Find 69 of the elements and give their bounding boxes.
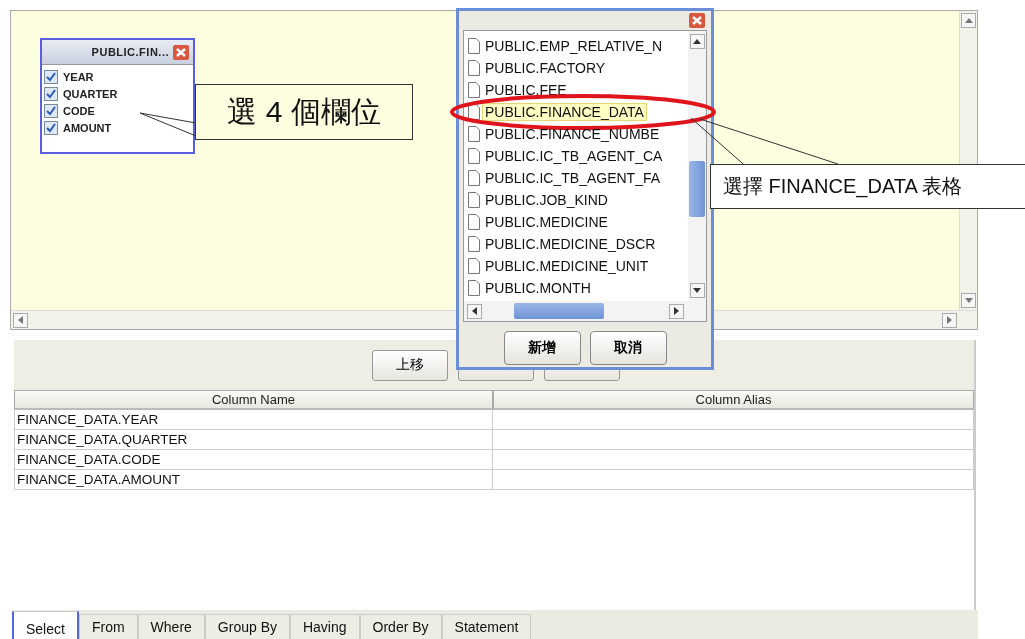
- list-item[interactable]: PUBLIC.FACTORY: [483, 60, 608, 76]
- right-arrow-icon: [674, 307, 679, 315]
- table-box[interactable]: PUBLIC.FIN... YEAR QUARTER CODE AMOUNT: [40, 38, 195, 154]
- document-icon: [468, 214, 480, 230]
- document-icon: [468, 192, 480, 208]
- list-item[interactable]: PUBLIC.IC_TB_AGENT_FA: [483, 170, 663, 186]
- checkbox[interactable]: [44, 103, 58, 118]
- tab[interactable]: Select: [12, 611, 79, 639]
- column-header[interactable]: Column Name: [14, 390, 493, 410]
- scroll-thumb[interactable]: [514, 303, 604, 319]
- column-name: YEAR: [63, 70, 94, 83]
- document-icon: [468, 38, 480, 54]
- checkbox[interactable]: [44, 69, 58, 84]
- up-arrow-icon: [964, 18, 973, 23]
- left-arrow-icon: [18, 316, 23, 324]
- callout: 選 4 個欄位: [195, 84, 413, 140]
- document-icon: [468, 236, 480, 252]
- list-item[interactable]: PUBLIC.MEDICINE_DSCR: [483, 236, 658, 252]
- horizontal-scrollbar[interactable]: [464, 301, 706, 321]
- document-icon: [468, 258, 480, 274]
- list-item[interactable]: PUBLIC.FINANCE_NUMBE: [483, 126, 662, 142]
- document-icon: [468, 148, 480, 164]
- close-icon[interactable]: [689, 13, 705, 28]
- document-icon: [468, 60, 480, 76]
- scroll-down-button[interactable]: [689, 283, 705, 298]
- tab[interactable]: Order By: [359, 614, 442, 639]
- left-arrow-icon: [472, 307, 477, 315]
- document-icon: [468, 126, 480, 142]
- close-icon[interactable]: [173, 44, 189, 60]
- scroll-right-button[interactable]: [669, 303, 684, 319]
- scroll-thumb[interactable]: [689, 161, 705, 217]
- list-item[interactable]: PUBLIC.FINANCE_DATA: [483, 104, 646, 120]
- column-name: QUARTER: [63, 87, 118, 100]
- checkbox[interactable]: [44, 120, 58, 135]
- scroll-left-button[interactable]: [467, 303, 482, 319]
- table-cell: FINANCE_DATA.YEAR: [14, 410, 493, 430]
- tab[interactable]: Statement: [441, 614, 532, 639]
- document-icon: [468, 280, 480, 296]
- list-item[interactable]: PUBLIC.MONTH: [483, 280, 593, 296]
- scroll-up-button[interactable]: [689, 34, 705, 49]
- move-up-button[interactable]: 上移: [372, 349, 448, 381]
- dialog-button[interactable]: 取消: [589, 331, 667, 365]
- list-item[interactable]: PUBLIC.EMP_RELATIVE_N: [483, 38, 665, 54]
- list-item[interactable]: PUBLIC.MEDICINE: [483, 214, 610, 230]
- checkbox[interactable]: [44, 86, 58, 101]
- column-name: CODE: [63, 104, 95, 117]
- tab[interactable]: Where: [137, 614, 205, 639]
- table-cell: FINANCE_DATA.CODE: [14, 450, 493, 470]
- vertical-scrollbar[interactable]: [688, 31, 706, 301]
- tab[interactable]: Having: [289, 614, 360, 639]
- up-arrow-icon: [693, 39, 701, 44]
- right-arrow-icon: [947, 316, 952, 324]
- callout: 選擇 FINANCE_DATA 表格: [710, 164, 1025, 209]
- list-item[interactable]: PUBLIC.MEDICINE_UNIT: [483, 258, 651, 274]
- table-cell: FINANCE_DATA.QUARTER: [14, 430, 493, 450]
- list-item[interactable]: PUBLIC.IC_TB_AGENT_CA: [483, 148, 665, 164]
- list-item[interactable]: PUBLIC.JOB_KIND: [483, 192, 610, 208]
- document-icon: [468, 104, 480, 120]
- column-header[interactable]: Column Alias: [493, 390, 974, 410]
- list-item[interactable]: PUBLIC.FEE: [483, 82, 569, 98]
- document-icon: [468, 82, 480, 98]
- column-name: AMOUNT: [63, 121, 112, 134]
- tab[interactable]: Group By: [204, 614, 290, 639]
- dialog-button[interactable]: 新增: [503, 331, 581, 365]
- document-icon: [468, 170, 480, 186]
- down-arrow-icon: [693, 288, 701, 293]
- table-title: PUBLIC.FIN...: [91, 46, 169, 58]
- tab[interactable]: From: [78, 614, 138, 639]
- down-arrow-icon: [964, 298, 973, 303]
